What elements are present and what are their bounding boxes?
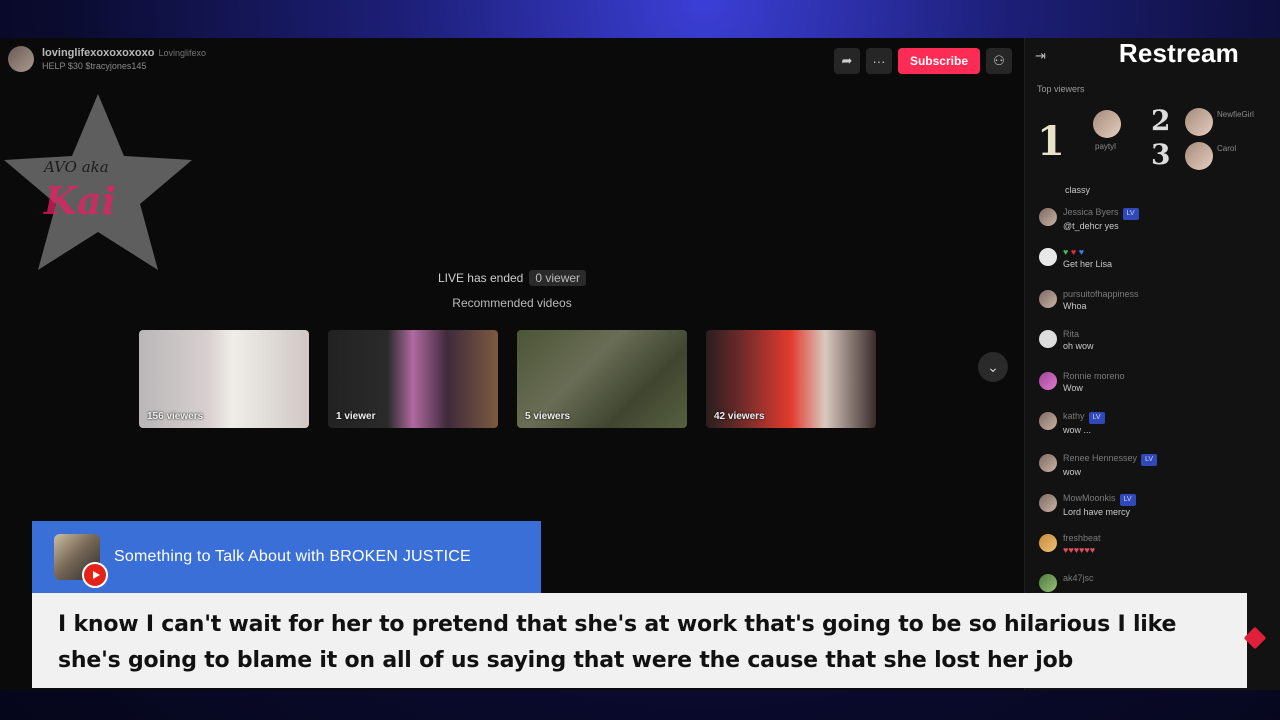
- rank-1: 1: [1037, 118, 1065, 165]
- chat-message: Rita oh wow: [1039, 328, 1094, 352]
- chat-username[interactable]: Rita: [1063, 328, 1094, 340]
- live-ended-status: LIVE has ended 0 viewer: [0, 270, 1024, 286]
- recommended-video-4[interactable]: 42 viewers: [706, 330, 876, 428]
- video-viewers: 42 viewers: [714, 411, 765, 422]
- host-name: lovinglifexoxoxoxoxo: [42, 47, 155, 59]
- chat-message-text: Whoa: [1063, 301, 1087, 311]
- level-badge: LV: [1122, 208, 1139, 220]
- level-badge: LV: [1141, 454, 1158, 466]
- comment-caption: I know I can't wait for her to pretend t…: [32, 593, 1247, 688]
- level-badge: LV: [1119, 494, 1136, 506]
- avatar[interactable]: [1039, 494, 1057, 512]
- host-avatar[interactable]: [8, 46, 34, 72]
- source-title: Something to Talk About with BROKEN JUST…: [114, 548, 471, 565]
- chevron-down-icon[interactable]: ⌄: [978, 352, 1008, 382]
- source-avatar: [54, 534, 108, 588]
- chat-message: ak47jsc: [1039, 572, 1094, 592]
- chat-message-text: Wow: [1063, 383, 1083, 393]
- collapse-chat-icon[interactable]: ⇥: [1035, 48, 1046, 64]
- top-viewer-avatar[interactable]: [1185, 142, 1213, 170]
- rank-2: 2: [1151, 104, 1171, 137]
- chat-message: Renee Hennessey LV wow: [1039, 452, 1158, 478]
- video-viewers: 156 viewers: [147, 411, 204, 422]
- video-viewers: 1 viewer: [336, 411, 376, 422]
- caption-text: I know I can't wait for her to pretend t…: [58, 612, 1177, 673]
- heart-emojis: ♥ ♥ ♥: [1063, 247, 1085, 257]
- chat-message: Ronnie moreno Wow: [1039, 370, 1125, 394]
- add-user-icon[interactable]: ⚇: [986, 48, 1012, 74]
- channel-watermark: AVO aka Kai: [0, 90, 200, 280]
- chat-message-text: classy: [1065, 185, 1091, 195]
- top-actions: ➦ ··· Subscribe ⚇: [833, 48, 1012, 74]
- recommended-video-1[interactable]: 156 viewers: [139, 330, 309, 428]
- video-viewers: 5 viewers: [525, 411, 571, 422]
- youtube-icon: [82, 562, 108, 588]
- avatar[interactable]: [1039, 454, 1057, 472]
- recommended-video-2[interactable]: 1 viewer: [328, 330, 498, 428]
- level-badge: LV: [1088, 412, 1105, 424]
- brand-logo: Restream: [1118, 38, 1239, 68]
- chat-username[interactable]: MowMoonkis: [1063, 493, 1116, 503]
- live-ended-label: LIVE has ended: [437, 271, 524, 285]
- chat-message-text: wow: [1063, 467, 1082, 477]
- viewer-count: 0 viewer: [529, 270, 587, 286]
- chat-message: classy: [1065, 184, 1090, 196]
- avatar[interactable]: [1039, 330, 1057, 348]
- watermark-line1: AVO aka: [44, 158, 109, 176]
- chat-message-text: Lord have mercy: [1063, 507, 1131, 517]
- avatar[interactable]: [1039, 574, 1057, 592]
- host-subtitle: HELP $30 $tracyjones145: [42, 61, 147, 71]
- chat-username[interactable]: Jessica Byers: [1063, 207, 1119, 217]
- avatar[interactable]: [1039, 534, 1057, 552]
- host-header[interactable]: lovinglifexoxoxoxoxo Lovinglifexo HELP $3…: [8, 46, 206, 72]
- more-button[interactable]: ···: [865, 48, 892, 74]
- top-viewer-name: NewfieGirl: [1217, 110, 1254, 119]
- top-viewer-name: Carol: [1217, 144, 1237, 153]
- rank-3: 3: [1151, 138, 1171, 171]
- chat-username[interactable]: pursuitofhappiness: [1063, 288, 1139, 300]
- chat-message: Jessica Byers LV @t_dehcr yes: [1039, 206, 1139, 232]
- chat-username[interactable]: Ronnie moreno: [1063, 370, 1125, 382]
- avatar[interactable]: [1039, 208, 1057, 226]
- top-viewers-title: Top viewers: [1037, 84, 1085, 94]
- chat-message-text: @t_dehcr yes: [1063, 221, 1119, 231]
- recommended-videos: 156 viewers 1 viewer 5 viewers 42 viewer…: [139, 330, 876, 428]
- subscribe-button[interactable]: Subscribe: [897, 48, 980, 74]
- chat-message: MowMoonkis LV Lord have mercy: [1039, 492, 1136, 518]
- chat-message-text: wow ...: [1063, 425, 1092, 435]
- chat-message-text: ♥♥♥♥♥♥: [1063, 545, 1096, 555]
- recommended-video-3[interactable]: 5 viewers: [517, 330, 687, 428]
- top-viewer-avatar[interactable]: [1185, 108, 1213, 136]
- watermark-line2: Kai: [44, 178, 117, 223]
- top-viewer-avatar[interactable]: [1093, 110, 1121, 138]
- chat-username[interactable]: Renee Hennessey: [1063, 453, 1137, 463]
- chat-username[interactable]: ak47jsc: [1063, 572, 1094, 584]
- chat-message: ♥ ♥ ♥ Get her Lisa: [1039, 246, 1112, 270]
- avatar[interactable]: [1039, 412, 1057, 430]
- recommended-label: Recommended videos: [452, 296, 572, 310]
- avatar[interactable]: [1039, 248, 1057, 266]
- source-tag: Something to Talk About with BROKEN JUST…: [32, 521, 541, 593]
- host-handle: Lovinglifexo: [158, 48, 206, 58]
- chat-message-text: oh wow: [1063, 341, 1094, 351]
- chat-username[interactable]: kathy: [1063, 411, 1085, 421]
- avatar[interactable]: [1039, 372, 1057, 390]
- chat-message: freshbeat ♥♥♥♥♥♥: [1039, 532, 1101, 556]
- top-viewer-name: paytyl: [1095, 142, 1116, 151]
- chat-message: pursuitofhappiness Whoa: [1039, 288, 1139, 312]
- share-icon[interactable]: ➦: [833, 48, 860, 74]
- chat-username[interactable]: freshbeat: [1063, 532, 1101, 544]
- chat-message-text: Get her Lisa: [1063, 259, 1113, 269]
- chat-message: kathy LV wow ...: [1039, 410, 1105, 436]
- avatar[interactable]: [1039, 290, 1057, 308]
